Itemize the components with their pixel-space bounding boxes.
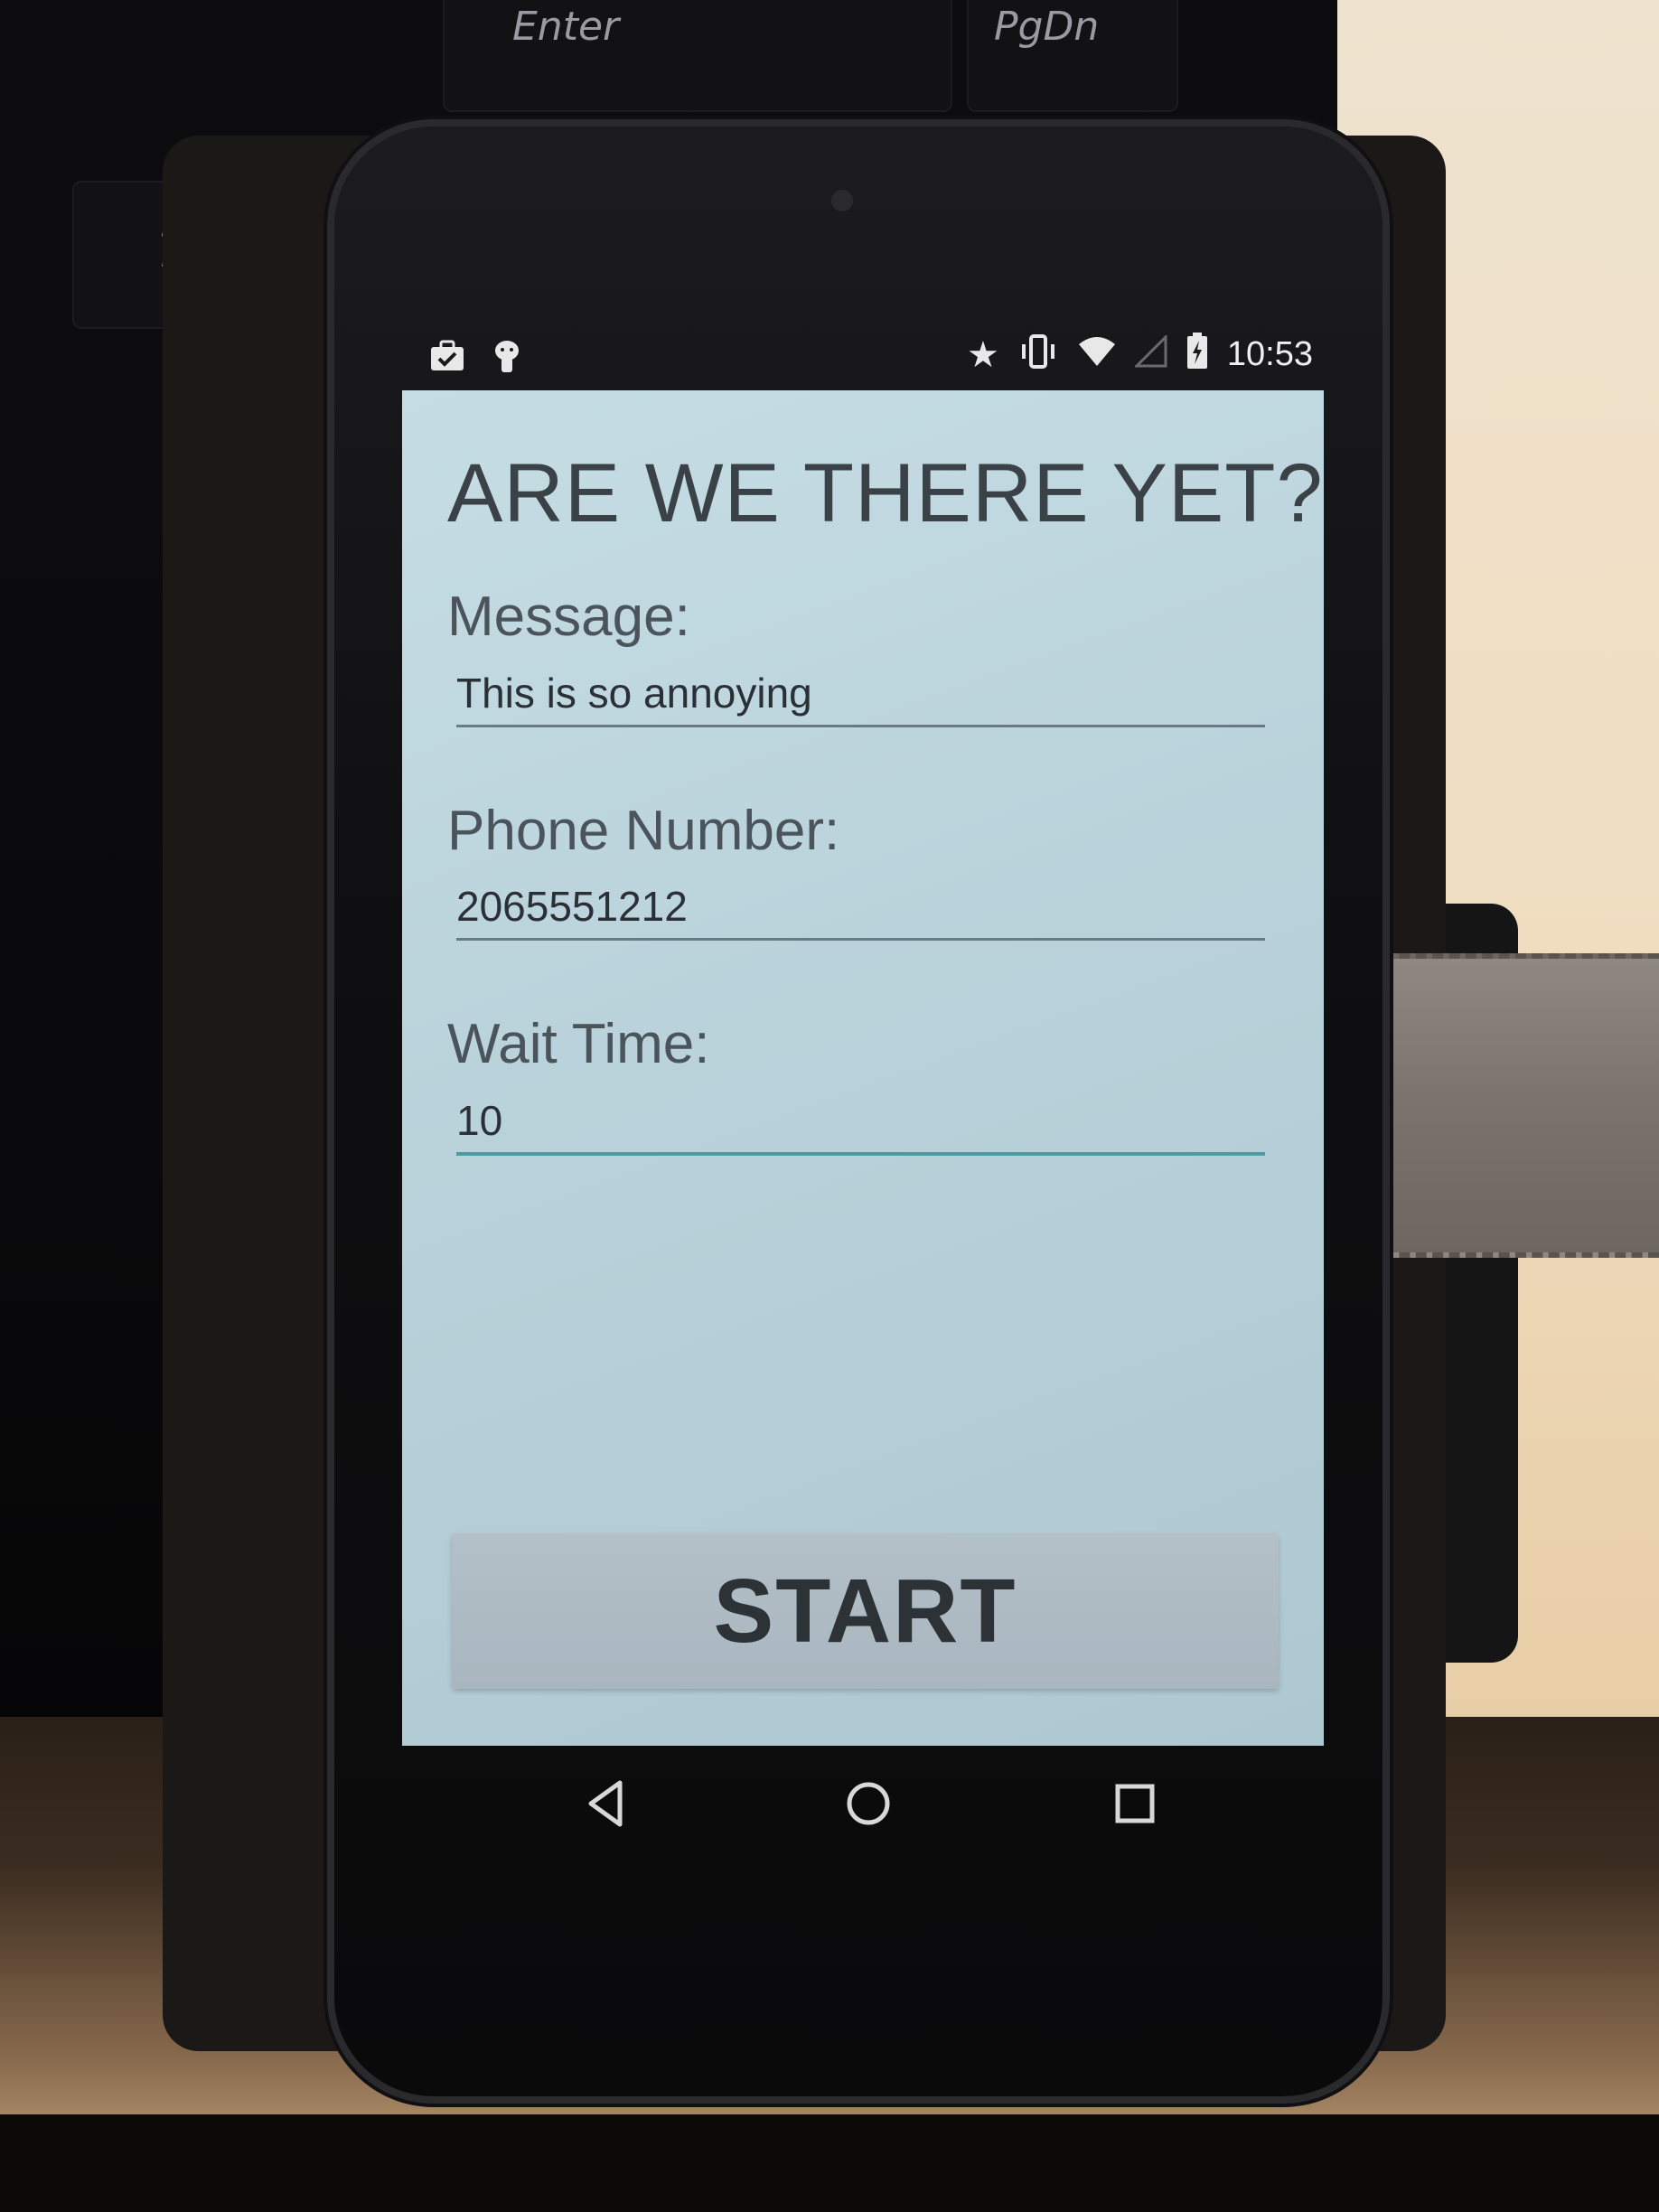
front-camera bbox=[831, 190, 853, 211]
pgdn-key: PgDn bbox=[967, 0, 1178, 112]
briefcase-check-icon bbox=[429, 340, 465, 379]
back-icon bbox=[588, 1780, 623, 1827]
enter-key: Enter bbox=[443, 0, 952, 112]
app-screen: ARE WE THERE YET? Message: Phone Number:… bbox=[402, 390, 1324, 1746]
desk-edge bbox=[0, 2114, 1659, 2212]
wifi-icon bbox=[1077, 335, 1117, 374]
message-label: Message: bbox=[447, 586, 690, 648]
battery-charging-icon bbox=[1186, 333, 1209, 377]
android-debug-icon bbox=[492, 338, 521, 380]
status-bar-clock: 10:53 bbox=[1226, 335, 1313, 373]
message-field[interactable] bbox=[456, 661, 1265, 727]
page-title: ARE WE THERE YET? bbox=[447, 447, 1324, 539]
status-bar-notifications bbox=[429, 338, 521, 380]
status-bar: ★ 10:53 bbox=[402, 325, 1324, 398]
start-button[interactable]: START bbox=[452, 1533, 1279, 1689]
vibrate-icon bbox=[1017, 333, 1059, 376]
back-button[interactable] bbox=[569, 1771, 633, 1834]
status-bar-system-icons: ★ 10:53 bbox=[967, 333, 1313, 377]
home-icon bbox=[847, 1782, 890, 1825]
navigation-bar bbox=[402, 1746, 1324, 1859]
enter-key-label: Enter bbox=[512, 4, 620, 50]
signal-icon bbox=[1133, 333, 1167, 374]
case-strap bbox=[1382, 953, 1659, 1258]
wait-time-field[interactable] bbox=[456, 1089, 1265, 1156]
star-icon: ★ bbox=[967, 334, 999, 375]
recents-button[interactable] bbox=[1098, 1771, 1161, 1834]
recents-icon bbox=[1115, 1784, 1155, 1823]
wait-time-label: Wait Time: bbox=[447, 1013, 710, 1075]
pgdn-key-label: PgDn bbox=[994, 4, 1100, 50]
phone-number-label: Phone Number: bbox=[447, 800, 840, 862]
phone-number-field[interactable] bbox=[456, 875, 1265, 941]
home-button[interactable] bbox=[831, 1771, 895, 1834]
